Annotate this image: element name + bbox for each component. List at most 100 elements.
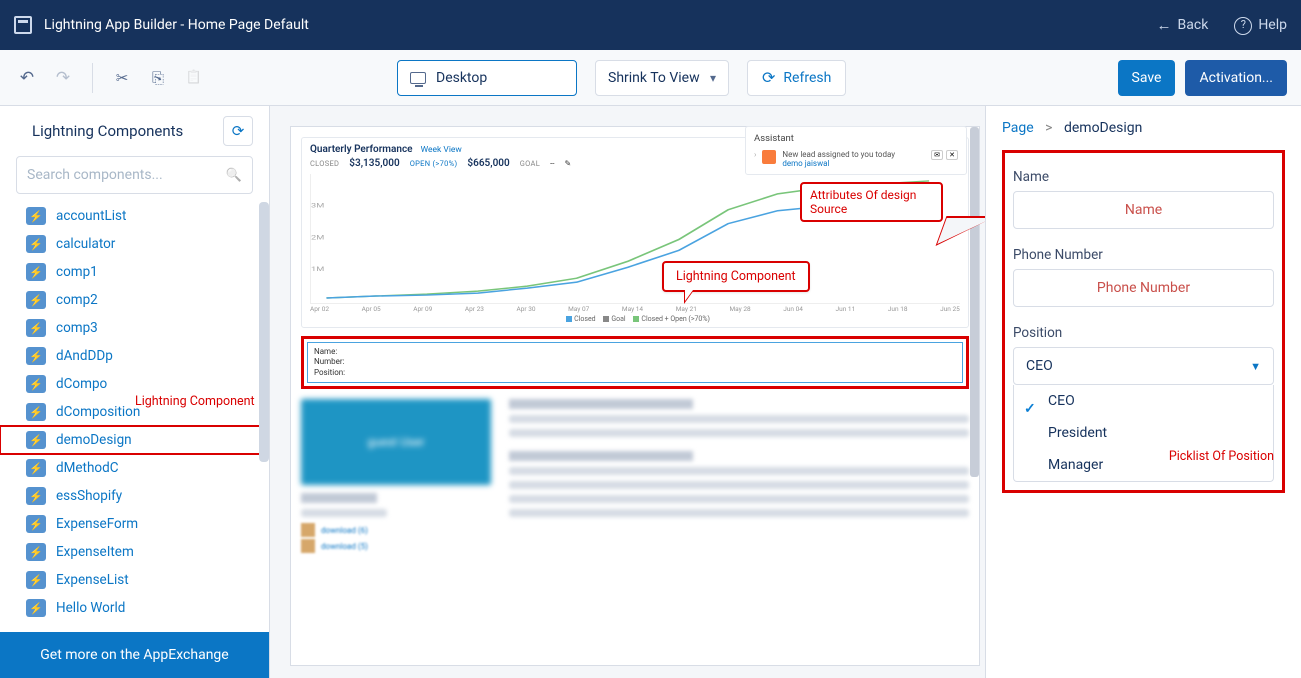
device-dropdown[interactable]: Desktop xyxy=(397,60,577,96)
field-label-name: Name: xyxy=(314,347,956,357)
arrow-left-icon xyxy=(1157,16,1172,34)
closed-label: CLOSED xyxy=(310,159,339,168)
file-link[interactable]: download (6) xyxy=(321,526,368,535)
blur-heading xyxy=(301,493,377,503)
assistant-title: Assistant xyxy=(754,133,958,144)
zoom-dropdown[interactable]: Shrink To View xyxy=(595,60,729,96)
divider xyxy=(92,63,93,93)
position-option-president[interactable]: President xyxy=(1014,417,1273,449)
lightning-bolt-icon xyxy=(26,291,46,309)
component-item-ExpenseItem[interactable]: ExpenseItem xyxy=(0,538,269,566)
search-icon xyxy=(226,167,242,183)
component-item-ExpenseList[interactable]: ExpenseList xyxy=(0,566,269,594)
lightning-bolt-icon xyxy=(26,515,46,533)
component-item-Hello World[interactable]: Hello World xyxy=(0,594,269,622)
component-item-comp1[interactable]: comp1 xyxy=(0,258,269,286)
page-title: Lightning App Builder - Home Page Defaul… xyxy=(44,17,309,33)
assistant-line1: New lead assigned to you today xyxy=(782,150,925,159)
component-item-label: comp2 xyxy=(56,292,98,308)
chevron-right-icon[interactable]: › xyxy=(754,150,756,159)
svg-text:2M: 2M xyxy=(311,234,325,241)
file-link[interactable]: download (5) xyxy=(321,542,368,551)
component-item-label: dComposition xyxy=(56,404,140,420)
copy-button[interactable] xyxy=(145,65,171,91)
component-item-accountList[interactable]: accountList xyxy=(0,202,269,230)
lightning-bolt-icon xyxy=(26,347,46,365)
component-item-label: ExpenseList xyxy=(56,572,129,588)
chevron-down-icon xyxy=(710,70,716,86)
lightning-bolt-icon xyxy=(26,375,46,393)
lightning-bolt-icon xyxy=(26,543,46,561)
component-item-dComposition[interactable]: dComposition xyxy=(0,398,269,426)
undo-button[interactable] xyxy=(14,65,40,91)
component-item-label: accountList xyxy=(56,208,126,224)
paste-button[interactable] xyxy=(181,65,207,91)
open-value: $665,000 xyxy=(467,158,509,169)
phone-field-label: Phone Number xyxy=(1013,247,1274,263)
file-icon xyxy=(301,539,315,553)
back-button[interactable]: Back xyxy=(1157,16,1209,34)
assistant-action-icon[interactable]: ✉ xyxy=(931,150,943,160)
redo-button[interactable] xyxy=(50,65,76,91)
chevron-down-icon: ▼ xyxy=(1250,360,1261,373)
goal-label: GOAL xyxy=(520,159,540,168)
components-search-input[interactable]: Search components... xyxy=(16,156,253,194)
zoom-label: Shrink To View xyxy=(608,70,700,86)
position-option-ceo[interactable]: CEO xyxy=(1014,385,1273,417)
component-item-essShopify[interactable]: essShopify xyxy=(0,482,269,510)
breadcrumb-current: demoDesign xyxy=(1064,120,1142,136)
components-panel-title: Lightning Components xyxy=(32,122,183,140)
component-item-ExpenseForm[interactable]: ExpenseForm xyxy=(0,510,269,538)
component-item-label: calculator xyxy=(56,236,115,252)
selected-component-on-canvas[interactable]: Name: Number: Position: xyxy=(301,336,969,389)
back-label: Back xyxy=(1178,17,1209,33)
lightning-bolt-icon xyxy=(26,403,46,421)
lightning-bolt-icon xyxy=(26,571,46,589)
chart-legend: Closed Goal Closed + Open (>70%) xyxy=(310,315,960,323)
phone-field-input[interactable]: Phone Number xyxy=(1013,269,1274,307)
name-field-input[interactable]: Name xyxy=(1013,191,1274,229)
lightning-bolt-icon xyxy=(26,319,46,337)
component-item-comp3[interactable]: comp3 xyxy=(0,314,269,342)
component-item-label: comp1 xyxy=(56,264,98,280)
cut-button[interactable] xyxy=(109,65,135,91)
assistant-line2[interactable]: demo jaiswal xyxy=(782,159,925,168)
refresh-button[interactable]: Refresh xyxy=(747,60,846,96)
components-panel: Lightning Components Search components..… xyxy=(0,106,270,678)
canvas-scrollbar[interactable] xyxy=(970,127,979,477)
lightning-bolt-icon xyxy=(26,431,46,449)
component-item-label: dCompo xyxy=(56,376,107,392)
components-refresh-button[interactable] xyxy=(223,116,253,146)
goal-value: -- xyxy=(550,159,554,168)
breadcrumb: Page > demoDesign xyxy=(1002,120,1285,136)
help-icon xyxy=(1234,16,1252,35)
file-icon xyxy=(301,523,315,537)
appexchange-button[interactable]: Get more on the AppExchange xyxy=(0,632,269,678)
toolbar: Desktop Shrink To View Refresh Save Acti… xyxy=(0,50,1301,106)
component-item-label: ExpenseItem xyxy=(56,544,134,560)
edit-goal-icon[interactable]: ✎ xyxy=(564,159,571,168)
component-item-calculator[interactable]: calculator xyxy=(0,230,269,258)
assistant-card[interactable]: Assistant › New lead assigned to you tod… xyxy=(745,126,967,175)
component-item-dAndDDp[interactable]: dAndDDp xyxy=(0,342,269,370)
annotation-picklist: Picklist Of Position xyxy=(1169,449,1274,464)
components-list[interactable]: accountList calculator comp1 comp2 comp3dAnd… xyxy=(0,202,269,632)
canvas[interactable]: Quarterly Performance Week View As of Ju… xyxy=(270,106,985,678)
component-item-dMethodC[interactable]: dMethodC xyxy=(0,454,269,482)
lead-icon xyxy=(762,150,776,164)
svg-text:3M: 3M xyxy=(311,202,325,209)
annotation-lightning-component-canvas: Lightning Component xyxy=(662,261,810,292)
save-button[interactable]: Save xyxy=(1118,60,1176,96)
position-select[interactable]: CEO ▼ xyxy=(1013,347,1274,385)
component-item-dCompo[interactable]: dCompo xyxy=(0,370,269,398)
breadcrumb-root-link[interactable]: Page xyxy=(1002,120,1034,136)
activation-button[interactable]: Activation... xyxy=(1185,60,1287,96)
help-button[interactable]: Help xyxy=(1234,16,1287,35)
properties-box: Name Name Phone Number Phone Number Posi… xyxy=(1002,150,1285,493)
assistant-dismiss-icon[interactable]: ✕ xyxy=(946,150,958,160)
chart-view-link[interactable]: Week View xyxy=(421,145,462,155)
name-field-label: Name xyxy=(1013,169,1274,185)
component-item-demoDesign[interactable]: demoDesign xyxy=(0,426,269,454)
scrollbar-thumb[interactable] xyxy=(259,202,269,462)
component-item-comp2[interactable]: comp2 xyxy=(0,286,269,314)
